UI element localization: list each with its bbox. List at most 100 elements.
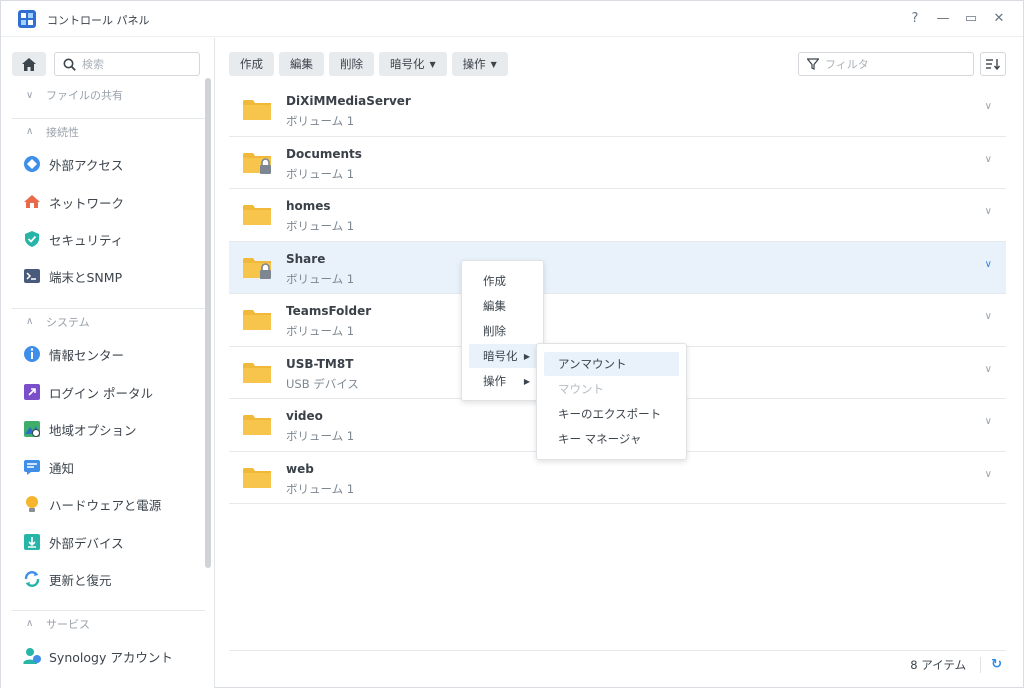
folder-name: web [286, 461, 314, 476]
sort-button[interactable] [980, 52, 1006, 76]
context-menu-edit[interactable]: 編集 [469, 294, 538, 318]
sidebar-item-update-restore[interactable]: 更新と復元 [12, 563, 205, 595]
sidebar-item-external-devices[interactable]: 外部デバイス [12, 526, 205, 558]
submenu-export-key[interactable]: キーのエクスポート [544, 402, 679, 426]
sidebar-item-label: Synology アカウント [49, 649, 173, 665]
edit-button[interactable]: 編集 [279, 52, 324, 76]
filter-input[interactable] [825, 57, 955, 71]
folder-name: DiXiMMediaServer [286, 94, 411, 108]
delete-button-label: 削除 [340, 57, 363, 71]
sidebar-scrollbar[interactable] [205, 78, 211, 568]
filter-box[interactable] [798, 52, 974, 76]
chevron-down-icon: ∨ [26, 89, 34, 101]
folder-icon [243, 100, 271, 120]
sidebar-item-label: ログイン ポータル [49, 385, 153, 401]
home-button[interactable] [12, 52, 46, 76]
info-icon [24, 346, 40, 362]
create-button-label: 作成 [240, 57, 263, 71]
expand-chevron-icon[interactable]: ∨ [985, 101, 992, 112]
menu-item-label: 暗号化 [483, 349, 518, 363]
expand-chevron-icon[interactable]: ∨ [985, 259, 992, 270]
caret-down-icon: ▼ [490, 59, 497, 69]
help-button[interactable]: ? [907, 11, 923, 27]
folder-row[interactable]: DiXiMMediaServer ボリューム 1 ∨ [229, 84, 1006, 137]
expand-chevron-icon[interactable]: ∨ [985, 154, 992, 165]
folder-location: ボリューム 1 [286, 219, 355, 233]
section-connectivity[interactable]: ∧ 接続性 [12, 118, 205, 144]
sidebar: ∨ ファイルの共有 ∧ 接続性 外部アクセス ネットワーク セキュリティ 端末と… [1, 38, 215, 688]
sidebar-item-regional-options[interactable]: 地域オプション [12, 413, 205, 445]
title-bar: コントロール パネル ? — ▭ ✕ [1, 1, 1023, 37]
maximize-button[interactable]: ▭ [963, 11, 979, 27]
expand-chevron-icon[interactable]: ∨ [985, 416, 992, 427]
folder-location: ボリューム 1 [286, 324, 355, 338]
menu-item-label: アンマウント [558, 357, 627, 371]
sidebar-item-label: 通知 [49, 460, 75, 476]
section-services[interactable]: ∧ サービス [12, 610, 205, 636]
sidebar-item-notification[interactable]: 通知 [12, 451, 205, 483]
delete-button[interactable]: 削除 [329, 52, 374, 76]
sidebar-item-label: 外部デバイス [49, 535, 124, 551]
chevron-up-icon: ∧ [26, 316, 34, 327]
action-dropdown-button[interactable]: 操作 ▼ [451, 52, 508, 76]
context-menu-encrypt[interactable]: 暗号化 ▶ [469, 344, 538, 368]
folder-name: homes [286, 199, 331, 213]
folder-location: ボリューム 1 [286, 166, 355, 181]
regional-options-icon [24, 421, 40, 437]
expand-chevron-icon[interactable]: ∨ [985, 311, 992, 322]
folder-location: ボリューム 1 [286, 271, 355, 286]
control-panel-window: コントロール パネル ? — ▭ ✕ ∨ ファイルの共有 ∧ 接続性 [0, 0, 1024, 688]
encryption-submenu: アンマウント マウント キーのエクスポート キー マネージャ [536, 343, 687, 460]
folder-name: TeamsFolder [286, 304, 372, 318]
encrypt-dropdown-button[interactable]: 暗号化 ▼ [379, 52, 447, 76]
submenu-unmount[interactable]: アンマウント [544, 352, 679, 376]
create-button[interactable]: 作成 [229, 52, 274, 76]
refresh-icon[interactable]: ↻ [991, 657, 1002, 672]
control-panel-app-icon [18, 10, 36, 28]
folder-location: ボリューム 1 [286, 429, 355, 443]
sidebar-item-hardware-power[interactable]: ハードウェアと電源 [12, 488, 205, 520]
submenu-mount: マウント [544, 377, 679, 401]
section-label: サービス [46, 617, 90, 631]
home-icon [22, 57, 36, 71]
sidebar-search[interactable] [54, 52, 200, 76]
folder-icon [243, 310, 271, 330]
edit-button-label: 編集 [290, 57, 313, 71]
security-shield-icon [25, 231, 39, 247]
menu-item-label: マウント [558, 382, 604, 396]
sidebar-item-terminal-snmp[interactable]: 端末とSNMP [12, 260, 205, 292]
filter-funnel-icon [807, 58, 819, 70]
folder-row[interactable]: TeamsFolder ボリューム 1 ∨ [229, 294, 1006, 347]
folder-icon [243, 467, 271, 488]
sidebar-search-input[interactable] [82, 57, 182, 71]
context-menu-delete[interactable]: 削除 [469, 319, 538, 343]
context-menu-create[interactable]: 作成 [469, 269, 538, 293]
folder-row[interactable]: homes ボリューム 1 ∨ [229, 189, 1006, 242]
sidebar-item-external-access[interactable]: 外部アクセス [12, 148, 205, 180]
folder-row[interactable]: Documents ボリューム 1 ∨ [229, 137, 1006, 189]
sidebar-item-label: ネットワーク [49, 195, 125, 211]
minimize-button[interactable]: — [935, 11, 951, 27]
synology-account-icon [23, 648, 41, 664]
context-menu-action[interactable]: 操作 ▶ [469, 369, 538, 393]
sidebar-item-info-center[interactable]: 情報センター [12, 338, 205, 370]
folder-name: video [286, 409, 323, 423]
expand-chevron-icon[interactable]: ∨ [985, 469, 992, 480]
divider [980, 656, 982, 673]
folder-icon [243, 362, 271, 383]
section-system[interactable]: ∧ システム [12, 308, 205, 334]
sidebar-item-security[interactable]: セキュリティ [12, 223, 205, 255]
section-label: ファイルの共有 [46, 89, 123, 102]
expand-chevron-icon[interactable]: ∨ [985, 364, 992, 375]
section-file-sharing[interactable]: ∨ ファイルの共有 [12, 82, 205, 108]
folder-row[interactable]: Share ボリューム 1 ∨ [229, 241, 1006, 294]
login-portal-icon [24, 384, 40, 400]
expand-chevron-icon[interactable]: ∨ [985, 206, 992, 217]
sidebar-item-synology-account[interactable]: Synology アカウント [12, 640, 205, 672]
network-icon [24, 195, 40, 208]
sidebar-item-login-portal[interactable]: ログイン ポータル [12, 376, 205, 408]
submenu-key-manager[interactable]: キー マネージャ [544, 427, 679, 451]
action-button-label: 操作 [462, 57, 486, 71]
close-button[interactable]: ✕ [991, 11, 1007, 27]
sidebar-item-network[interactable]: ネットワーク [12, 186, 205, 218]
